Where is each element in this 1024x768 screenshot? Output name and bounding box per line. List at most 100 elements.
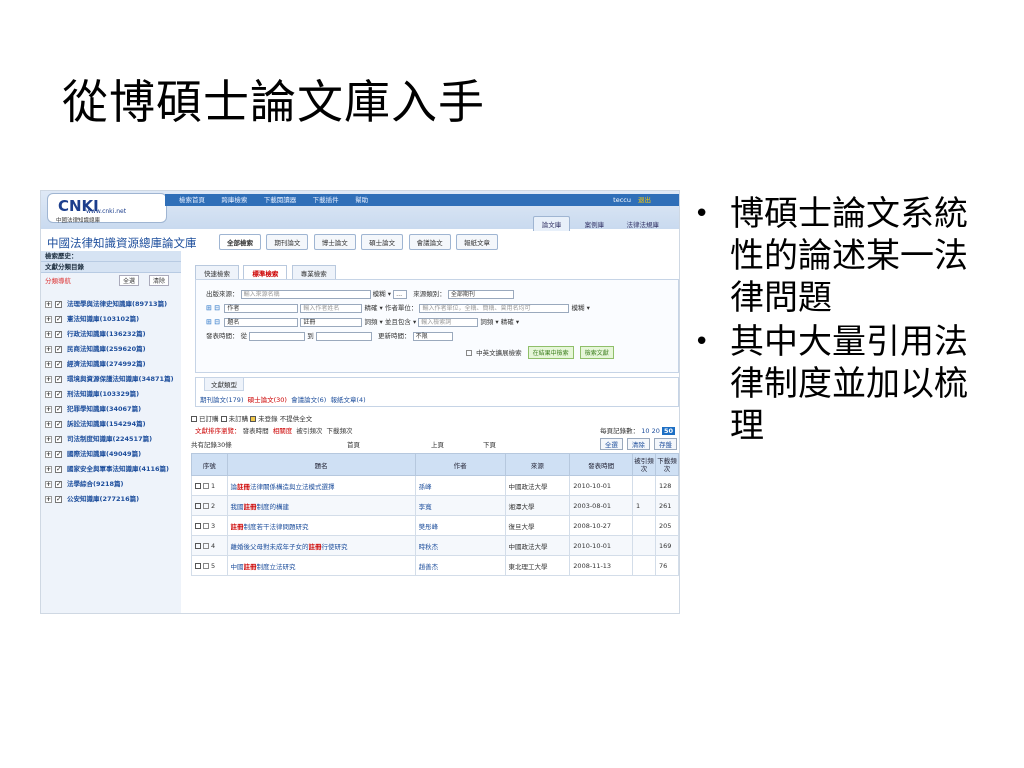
expand-icon[interactable]: + xyxy=(45,406,52,413)
expand-icon[interactable]: + xyxy=(45,451,52,458)
download-icon[interactable] xyxy=(195,482,201,489)
andor-select[interactable]: 並且包含 xyxy=(385,318,411,326)
sidebar-item[interactable]: + 刑法知識庫(103329篇) xyxy=(41,387,181,402)
main-tab[interactable]: 碩士論文 xyxy=(361,234,404,250)
sidebar-item[interactable]: + 憲法知識庫(103102篇) xyxy=(41,312,181,327)
nav-link[interactable]: 下載插件 xyxy=(313,194,339,206)
table-row[interactable]: 3 註冊制度若干法律問題研究 樊彤峰 復旦大學 2008-10-27 205 xyxy=(191,515,679,536)
sidebar-item[interactable]: + 國家安全與軍事法知識庫(4116篇) xyxy=(41,462,181,477)
author-cell[interactable]: 時秋杰 xyxy=(414,535,506,556)
sidebar-item[interactable]: + 司法制度知識庫(224517篇) xyxy=(41,432,181,447)
save-results-button[interactable]: 存盤 xyxy=(654,438,677,450)
row-checkbox[interactable] xyxy=(203,542,209,549)
title-cell[interactable]: 中國註冊制度立法研究 xyxy=(226,555,416,576)
table-row[interactable]: 5 中國註冊制度立法研究 趙善杰 東北理工大學 2008-11-13 76 xyxy=(191,555,679,576)
freq-select[interactable]: 詞頻 xyxy=(480,318,493,326)
expand-icon[interactable]: + xyxy=(45,346,52,353)
per-page-option[interactable]: 50 xyxy=(661,427,675,435)
match-select[interactable]: 精確 xyxy=(364,304,377,312)
sort-option[interactable]: 發表時間 xyxy=(243,427,269,435)
title-cell[interactable]: 我國註冊制度的構建 xyxy=(226,495,416,516)
keyword-input[interactable]: 註冊 xyxy=(300,317,363,327)
sidebar-item[interactable]: + 法學綜合(9218篇) xyxy=(41,477,181,492)
title-cell[interactable]: 離婚後父母對未成年子女的註冊行使研究 xyxy=(226,535,416,556)
db-tab[interactable]: 法律法規庫 xyxy=(619,217,668,231)
sort-option[interactable]: 下載頻次 xyxy=(327,427,353,435)
per-page-option[interactable]: 20 xyxy=(652,427,660,435)
nav-link[interactable]: 下載閱讀器 xyxy=(264,194,297,206)
select-all-results-button[interactable]: 全選 xyxy=(599,438,623,450)
author-cell[interactable]: 李寬 xyxy=(414,495,506,516)
match-select[interactable]: 精確 xyxy=(501,318,514,326)
sort-option[interactable]: 被引頻次 xyxy=(296,427,322,435)
search-button[interactable]: 檢索文獻 xyxy=(579,346,614,359)
sidebar-checkbox[interactable] xyxy=(55,494,62,505)
sidebar-item[interactable]: + 民商法知識庫(259620篇) xyxy=(41,342,181,357)
expand-icon[interactable]: + xyxy=(45,496,52,503)
db-tab[interactable]: 論文庫 xyxy=(532,216,571,231)
source-cat-select[interactable]: 全部期刊 xyxy=(447,289,514,299)
expand-icon[interactable]: + xyxy=(45,481,52,488)
logout-link[interactable]: 退出 xyxy=(638,194,651,206)
download-icon[interactable] xyxy=(195,542,201,549)
add-row-icon[interactable]: ⊞ ⊟ xyxy=(206,318,220,326)
nav-link[interactable]: 跨庫檢索 xyxy=(221,194,247,206)
clear-button[interactable]: 清除 xyxy=(149,275,170,286)
match-select[interactable]: 模糊 xyxy=(373,290,386,298)
unit-input[interactable]: 輸入作者單位，全稱、簡稱、曾用名均可 xyxy=(419,303,570,313)
more-button[interactable]: … xyxy=(393,289,408,299)
author-cell[interactable]: 趙善杰 xyxy=(414,555,506,576)
author-cell[interactable]: 孫峰 xyxy=(414,475,506,496)
clear-results-button[interactable]: 清除 xyxy=(626,438,650,450)
freq-select[interactable]: 詞頻 xyxy=(364,318,377,326)
cross-lang-checkbox[interactable] xyxy=(466,350,472,356)
sidebar-checkbox[interactable] xyxy=(55,389,62,400)
main-tab[interactable]: 會議論文 xyxy=(408,234,451,250)
expand-icon[interactable]: + xyxy=(45,301,52,308)
download-icon[interactable] xyxy=(195,562,201,569)
expand-icon[interactable]: + xyxy=(45,391,52,398)
per-page-option[interactable]: 10 xyxy=(641,427,649,435)
main-tab[interactable]: 報紙文章 xyxy=(455,234,498,250)
expand-icon[interactable]: + xyxy=(45,331,52,338)
match-select[interactable]: 模糊 xyxy=(572,304,585,312)
expand-icon[interactable]: + xyxy=(45,436,52,443)
sidebar-item[interactable]: + 犯罪學知識庫(34067篇) xyxy=(41,402,181,417)
sidebar-checkbox[interactable] xyxy=(55,434,62,445)
row-checkbox[interactable] xyxy=(203,522,209,529)
select-all-button[interactable]: 全選 xyxy=(119,275,140,286)
first-page-link[interactable]: 首頁 xyxy=(347,439,360,449)
next-page-link[interactable]: 下頁 xyxy=(483,439,496,449)
main-tab[interactable]: 博士論文 xyxy=(313,234,356,250)
expand-icon[interactable]: + xyxy=(45,421,52,428)
expand-icon[interactable]: + xyxy=(45,466,52,473)
search-in-result-button[interactable]: 在結果中檢索 xyxy=(527,346,574,359)
row-checkbox[interactable] xyxy=(203,562,209,569)
sidebar-item[interactable]: + 訴訟法知識庫(154294篇) xyxy=(41,417,181,432)
sidebar-checkbox[interactable] xyxy=(55,404,62,415)
download-icon[interactable] xyxy=(195,502,201,509)
author-cell[interactable]: 樊彤峰 xyxy=(414,515,506,536)
sidebar-checkbox[interactable] xyxy=(55,479,62,490)
update-select[interactable]: 不限 xyxy=(412,331,453,341)
main-tab[interactable]: 期刊論文 xyxy=(266,234,309,250)
table-row[interactable]: 2 我國註冊制度的構建 李寬 湘潭大學 2003-08-01 1 261 xyxy=(191,495,679,516)
row-checkbox[interactable] xyxy=(203,482,209,489)
prev-page-link[interactable]: 上頁 xyxy=(431,439,444,449)
title-cell[interactable]: 註冊制度若干法律問題研究 xyxy=(226,515,416,536)
lit-type-link[interactable]: 會議論文(6) xyxy=(291,396,326,404)
cnki-logo[interactable]: CNKI www.cnki.net 中國法律知識總庫 xyxy=(47,193,167,224)
sidebar-item[interactable]: + 國際法知識庫(49049篇) xyxy=(41,447,181,462)
sidebar-item[interactable]: + 公安知識庫(277216篇) xyxy=(41,492,181,507)
sidebar-item[interactable]: + 經濟法知識庫(274992篇) xyxy=(41,357,181,372)
table-row[interactable]: 4 離婚後父母對未成年子女的註冊行使研究 時秋杰 中國政法大學 2010-10-01 16… xyxy=(191,535,679,556)
expand-icon[interactable]: + xyxy=(45,361,52,368)
sidebar-checkbox[interactable] xyxy=(55,359,62,370)
sidebar-checkbox[interactable] xyxy=(55,299,62,310)
sidebar-checkbox[interactable] xyxy=(55,314,62,325)
keyword2-input[interactable]: 輸入檢索詞 xyxy=(418,317,479,327)
sidebar-item[interactable]: + 環境與資源保護法知識庫(34871篇) xyxy=(41,372,181,387)
download-icon[interactable] xyxy=(195,522,201,529)
lit-type-link[interactable]: 碩士論文(30) xyxy=(248,396,287,404)
lit-type-link[interactable]: 期刊論文(179) xyxy=(200,396,243,404)
